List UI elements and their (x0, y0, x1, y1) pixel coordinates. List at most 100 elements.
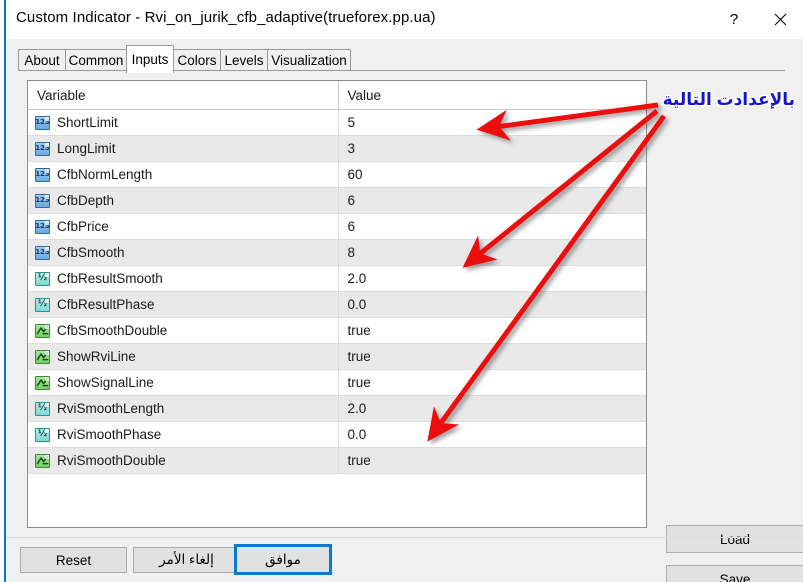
bool-icon (35, 323, 50, 338)
value-text: true (347, 375, 371, 390)
table-empty-area[interactable] (28, 473, 646, 474)
column-header-variable[interactable]: Variable (28, 81, 338, 110)
variable-cell[interactable]: ½ RviSmoothPhase (28, 421, 338, 448)
value-cell[interactable]: true (337, 369, 646, 396)
variable-cell[interactable]: ½ CfbResultPhase (28, 291, 338, 318)
inputs-panel: Variable Value 123 ShortLimit 5 123 LongLimi… (18, 70, 803, 582)
value-text: 6 (347, 193, 356, 208)
table-row[interactable]: ½ CfbResultPhase 0.0 (28, 291, 646, 318)
annotation-label: بالإعدادت التالية (662, 90, 795, 109)
tab-visualization[interactable]: Visualization (267, 49, 351, 71)
table-row[interactable]: 123 CfbDepth 6 (28, 187, 646, 214)
int-icon: 123 (35, 167, 50, 182)
tab-levels[interactable]: Levels (220, 49, 268, 71)
tab-inputs[interactable]: Inputs (126, 45, 174, 73)
variable-name: CfbNormLength (57, 167, 153, 182)
value-cell[interactable]: 0.0 (337, 421, 646, 448)
variable-cell[interactable]: ShowRviLine (28, 343, 338, 370)
variable-name: CfbResultSmooth (57, 271, 163, 286)
table-row[interactable]: 123 LongLimit 3 (28, 135, 646, 162)
tab-common[interactable]: Common (65, 49, 127, 71)
tab-label: Visualization (271, 53, 347, 68)
table-row[interactable]: CfbSmoothDouble true (28, 317, 646, 344)
close-icon (774, 13, 786, 26)
variable-name: CfbPrice (57, 219, 109, 234)
value-text: true (347, 349, 371, 364)
double-icon: ½ (35, 427, 50, 442)
double-icon: ½ (35, 297, 50, 312)
tab-label: About (24, 53, 60, 68)
value-text: 60 (347, 167, 363, 182)
ok-button[interactable]: موافق (234, 544, 332, 575)
value-cell[interactable]: 3 (337, 135, 646, 162)
value-text: 0.0 (347, 297, 367, 312)
variable-cell[interactable]: 123 CfbDepth (28, 187, 338, 214)
table-row[interactable]: 123 CfbPrice 6 (28, 213, 646, 240)
reset-button[interactable]: Reset (20, 547, 127, 573)
variable-cell[interactable]: ShowSignalLine (28, 369, 338, 396)
tab-about[interactable]: About (18, 49, 66, 71)
value-cell[interactable]: 0.0 (337, 291, 646, 318)
help-button[interactable]: ? (711, 0, 757, 39)
question-mark-icon: ? (729, 11, 739, 28)
variable-cell[interactable]: RviSmoothDouble (28, 447, 338, 474)
variable-cell[interactable]: CfbSmoothDouble (28, 317, 338, 344)
tab-colors[interactable]: Colors (173, 49, 221, 71)
int-icon: 123 (35, 115, 50, 130)
value-cell[interactable]: true (337, 317, 646, 344)
tab-label: Inputs (131, 52, 169, 67)
variable-cell[interactable]: 123 ShortLimit (28, 109, 338, 136)
table-row[interactable]: ½ CfbResultSmooth 2.0 (28, 265, 646, 292)
footer-divider (6, 537, 803, 538)
variable-name: ShortLimit (57, 115, 118, 130)
variable-cell[interactable]: 123 CfbPrice (28, 213, 338, 240)
close-button[interactable] (757, 0, 803, 39)
value-text: 8 (347, 245, 356, 260)
dialog-window: Custom Indicator - Rvi_on_jurik_cfb_adap… (0, 0, 803, 582)
value-text: 2.0 (347, 401, 367, 416)
cancel-button[interactable]: إلغاء الأمر (133, 547, 240, 573)
table-row[interactable]: ½ RviSmoothPhase 0.0 (28, 421, 646, 448)
value-cell[interactable]: 60 (337, 161, 646, 188)
value-cell[interactable]: 5 (337, 109, 646, 136)
table-row[interactable]: 123 CfbNormLength 60 (28, 161, 646, 188)
table-header-row: Variable Value (28, 81, 646, 110)
value-text: 3 (347, 141, 356, 156)
table-row[interactable]: ShowRviLine true (28, 343, 646, 370)
table-row[interactable]: RviSmoothDouble true (28, 447, 646, 474)
table-row[interactable]: 123 CfbSmooth 8 (28, 239, 646, 266)
window-title: Custom Indicator - Rvi_on_jurik_cfb_adap… (16, 9, 436, 26)
value-cell[interactable]: 8 (337, 239, 646, 266)
value-text: 0.0 (347, 427, 367, 442)
value-cell[interactable]: 2.0 (337, 395, 646, 422)
load-button[interactable]: Load (666, 525, 803, 553)
double-icon: ½ (35, 401, 50, 416)
value-text: 2.0 (347, 271, 367, 286)
variable-name: RviSmoothLength (57, 401, 165, 416)
int-icon: 123 (35, 219, 50, 234)
variable-name: RviSmoothPhase (57, 427, 162, 442)
value-text: 6 (347, 219, 356, 234)
column-header-value[interactable]: Value (337, 81, 646, 110)
table-row[interactable]: 123 ShortLimit 5 (28, 109, 646, 136)
variable-cell[interactable]: 123 CfbSmooth (28, 239, 338, 266)
value-cell[interactable]: true (337, 343, 646, 370)
parameters-table[interactable]: Variable Value 123 ShortLimit 5 123 LongLimi… (27, 80, 647, 528)
variable-cell[interactable]: ½ RviSmoothLength (28, 395, 338, 422)
variable-cell[interactable]: 123 LongLimit (28, 135, 338, 162)
value-cell[interactable]: 2.0 (337, 265, 646, 292)
value-cell[interactable]: 6 (337, 213, 646, 240)
tab-label: Levels (224, 53, 264, 68)
value-cell[interactable]: 6 (337, 187, 646, 214)
bool-icon (35, 349, 50, 364)
variable-cell[interactable]: 123 CfbNormLength (28, 161, 338, 188)
table-row[interactable]: ShowSignalLine true (28, 369, 646, 396)
save-button[interactable]: Save (666, 565, 803, 582)
variable-name: CfbSmoothDouble (57, 323, 168, 338)
value-cell[interactable]: true (337, 447, 646, 474)
caption-buttons: ? (711, 0, 803, 39)
dialog-body: About Common Inputs Colors Levels Visualizati… (6, 39, 803, 582)
variable-cell[interactable]: ½ CfbResultSmooth (28, 265, 338, 292)
table-row[interactable]: ½ RviSmoothLength 2.0 (28, 395, 646, 422)
value-text: true (347, 453, 371, 468)
